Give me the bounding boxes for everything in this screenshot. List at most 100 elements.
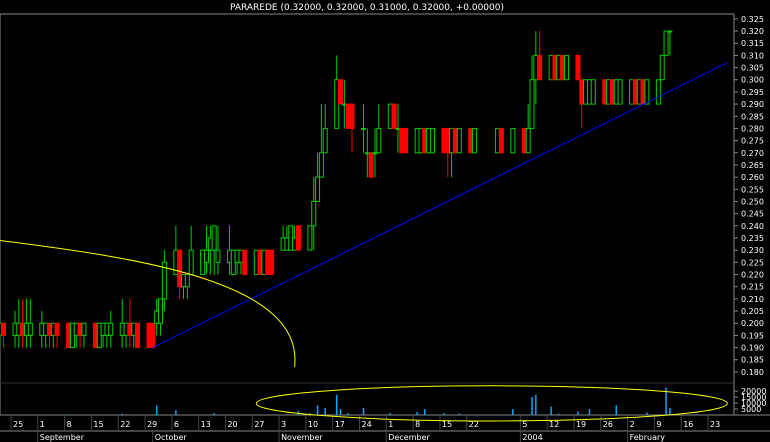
x-day-label: 26 (603, 420, 613, 429)
y-tick-label: 0.230 (741, 246, 764, 255)
x-day-label: 12 (549, 420, 559, 429)
candle-body-up (108, 322, 114, 336)
x-day-label: 8 (67, 420, 72, 429)
candle-body-up (322, 127, 328, 154)
y-tick-label: 0.315 (741, 39, 764, 48)
candle-body-up (311, 200, 317, 227)
candle-body-down (242, 249, 248, 276)
y-tick-label: 0.205 (741, 307, 764, 316)
x-day-label: 8 (415, 420, 420, 429)
y-tick-label: 0.240 (741, 222, 764, 231)
candle-body-up (667, 30, 673, 33)
candle-body-up (563, 54, 569, 81)
y-tick-label: 0.215 (741, 283, 764, 292)
candle-body-up (659, 54, 665, 81)
x-day-label: 19 (576, 420, 586, 429)
candle-body-up (376, 127, 382, 154)
candle-body-up (215, 249, 221, 263)
y-tick-label: 0.310 (741, 51, 764, 60)
volume-tick-label: 5000 (741, 405, 761, 414)
candle-body-down (403, 127, 409, 154)
y-tick-label: 0.220 (741, 271, 764, 280)
candle-body-up (188, 249, 194, 276)
candle-body-up (158, 298, 164, 324)
candle-body-up (655, 79, 661, 105)
x-month-label: October (155, 433, 188, 442)
candle-body-down (1, 322, 7, 336)
x-day-label: 27 (254, 420, 264, 429)
y-tick-label: 0.300 (741, 76, 764, 85)
candle-body-up (211, 225, 217, 251)
y-tick-label: 0.270 (741, 149, 764, 158)
x-day-label: 15 (442, 420, 452, 429)
candle-body-down (575, 54, 581, 81)
candle-body-up (81, 322, 87, 336)
candle-body-down (338, 79, 344, 105)
candle-body-up (617, 79, 623, 105)
y-tick-label: 0.320 (741, 27, 764, 36)
x-month-label: 2004 (522, 433, 542, 442)
candle-body-up (318, 152, 324, 178)
candle-body-up (472, 127, 478, 154)
candle-body-up (203, 249, 209, 263)
x-day-label: 6 (174, 420, 179, 429)
y-tick-label: 0.295 (741, 88, 764, 97)
y-tick-label: 0.325 (741, 15, 764, 24)
x-day-label: 1 (40, 420, 45, 429)
x-day-label: 2 (630, 420, 635, 429)
candle-body-up (27, 322, 33, 336)
candle-body-up (644, 79, 650, 105)
y-tick-label: 0.245 (741, 210, 764, 219)
x-day-label: 29 (147, 420, 157, 429)
y-tick-label: 0.200 (741, 319, 764, 328)
y-tick-label: 0.255 (741, 185, 764, 194)
x-day-label: 23 (710, 420, 720, 429)
x-day-label: 9 (656, 420, 661, 429)
x-day-label: 3 (281, 420, 286, 429)
y-tick-label: 0.180 (741, 368, 764, 377)
candle-body-down (498, 127, 504, 154)
candle-body-down (368, 152, 374, 178)
candle-body-up (529, 79, 535, 129)
y-tick-label: 0.265 (741, 161, 764, 170)
x-day-label: 22 (120, 420, 130, 429)
y-tick-label: 0.290 (741, 100, 764, 109)
candle-body-up (429, 127, 435, 154)
x-day-label: 24 (362, 420, 372, 429)
candle-body-down (537, 54, 543, 81)
candle-body-up (184, 274, 190, 288)
candle-body-up (525, 127, 531, 154)
x-day-label: 16 (683, 420, 693, 429)
x-day-label: 15 (93, 420, 103, 429)
candle-body-down (54, 322, 60, 336)
y-tick-label: 0.260 (741, 173, 764, 182)
y-tick-label: 0.185 (741, 356, 764, 365)
candle-body-up (510, 127, 516, 154)
y-tick-label: 0.275 (741, 137, 764, 146)
candle-body-down (295, 225, 301, 251)
candle-body-up (456, 127, 462, 154)
y-tick-label: 0.195 (741, 331, 764, 340)
candle-body-up (663, 30, 669, 56)
x-day-label: 10 (308, 420, 318, 429)
candle-body-down (349, 103, 355, 129)
y-tick-label: 0.305 (741, 64, 764, 73)
x-day-label: 20 (227, 420, 237, 429)
x-day-label: 13 (201, 420, 211, 429)
candle-body-down (391, 103, 397, 129)
x-day-label: 17 (335, 420, 345, 429)
trendline (152, 62, 728, 349)
stock-chart: 0.180 0.185 0.190 0.195 0.200 0.205 0.210 0.215… (0, 13, 770, 442)
x-day-label: 25 (13, 420, 23, 429)
y-tick-label: 0.280 (741, 124, 764, 133)
y-tick-label: 0.210 (741, 295, 764, 304)
candle-body-up (590, 79, 596, 105)
y-tick-label: 0.250 (741, 197, 764, 206)
y-tick-label: 0.285 (741, 112, 764, 121)
candle-body-up (361, 127, 366, 130)
x-month-label: December (388, 433, 430, 442)
x-day-label: 5 (522, 420, 527, 429)
x-month-label: September (40, 433, 85, 442)
candle-body-down (135, 322, 141, 349)
y-tick-label: 0.225 (741, 258, 764, 267)
